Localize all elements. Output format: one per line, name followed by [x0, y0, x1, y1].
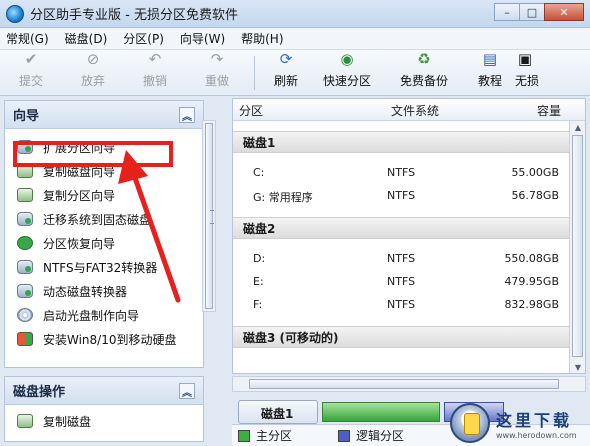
disk-group-3[interactable]: 磁盘3 (可移动的) — [233, 326, 569, 348]
redo-button[interactable]: ↷ 重做 — [186, 50, 248, 95]
scroll-up-icon[interactable]: ▲ — [572, 121, 584, 133]
col-filesystem[interactable]: 文件系统 — [391, 102, 439, 119]
close-button[interactable]: ✕ — [544, 3, 584, 21]
watermark-text: 这里下载 — [496, 410, 573, 430]
quick-partition-button[interactable]: ◉ 快速分区 — [311, 50, 383, 95]
app-logo-icon — [6, 4, 24, 23]
disk-group-2[interactable]: 磁盘2 — [233, 217, 569, 239]
refresh-button[interactable]: ⟳ 刷新 — [261, 50, 311, 95]
col-capacity[interactable]: 容量 — [537, 102, 561, 119]
window-title: 分区助手专业版 - 无损分区免费软件 — [30, 8, 238, 23]
checkmark-icon: ✔ — [24, 50, 38, 68]
wizard-panel-header: 向导 ︽ — [5, 101, 203, 129]
wizard-item-ntfs-fat32[interactable]: NTFS与FAT32转换器 — [5, 255, 203, 279]
lossless-button[interactable]: ▣ 无损 — [515, 51, 543, 95]
toolbar-separator — [254, 56, 255, 90]
wizard-panel-title: 向导 — [13, 109, 40, 124]
menu-help[interactable]: 帮助(H) — [241, 30, 283, 47]
toolbar: ✔ 提交 ⊘ 放弃 ↶ 撤销 ↷ 重做 ⟳ 刷新 ◉ 快速分区 ♻ 免费备份 ▤… — [0, 50, 590, 96]
partition-list-scrollbar[interactable]: ▲ ▼ — [569, 121, 585, 373]
left-panel-scrollbar[interactable] — [202, 120, 216, 312]
undo-icon: ↶ — [148, 50, 162, 68]
logical-partition-swatch — [338, 429, 351, 442]
copy-partition-icon — [17, 188, 33, 202]
title-bar: 分区助手专业版 - 无损分区免费软件 – □ ✕ — [0, 0, 590, 28]
partition-recovery-icon — [17, 236, 33, 250]
wizard-item-migrate-os[interactable]: 迁移系统到固态磁盘 — [5, 207, 203, 231]
disk-group-1[interactable]: 磁盘1 — [233, 131, 569, 153]
scroll-down-icon[interactable]: ▼ — [572, 361, 584, 373]
left-scroll-thumb[interactable] — [205, 123, 214, 309]
minimize-button[interactable]: – — [494, 3, 520, 21]
partition-list: 分区 文件系统 容量 磁盘1 C: NTFS 55.00GB G: 常用程序 N… — [232, 98, 586, 374]
disk-map-disk1[interactable]: 磁盘1 — [238, 400, 318, 424]
grip-icon — [210, 210, 214, 224]
left-panel: 向导 ︽ 扩展分区向导 复制磁盘向导 复制分区向导 迁移系统到固态磁盘 分区恢复… — [4, 100, 204, 442]
primary-partition-swatch — [238, 429, 250, 442]
col-partition[interactable]: 分区 — [239, 102, 263, 119]
wizard-item-bootable-cd[interactable]: 启动光盘制作向导 — [5, 303, 203, 327]
watermark-logo-icon — [450, 403, 490, 443]
table-row[interactable]: E: NTFS 479.95GB — [233, 270, 569, 293]
legend-primary: 主分区 — [256, 429, 293, 443]
windows-logo-icon — [17, 332, 33, 346]
legend-logical: 逻辑分区 — [356, 429, 405, 443]
menu-partition[interactable]: 分区(P) — [123, 30, 164, 47]
undo-button[interactable]: ↶ 撤销 — [124, 50, 186, 95]
collapse-wizard-button[interactable]: ︽ — [179, 107, 195, 123]
horizontal-scroll-thumb[interactable] — [249, 379, 559, 389]
migrate-os-icon — [17, 212, 33, 226]
quick-partition-icon: ◉ — [340, 50, 354, 68]
window-controls: – □ ✕ — [494, 3, 584, 21]
menu-bar: 常规(G) 磁盘(D) 分区(P) 向导(W) 帮助(H) — [0, 28, 590, 50]
disk-map-primary-bar[interactable] — [322, 402, 440, 422]
disk-ops-panel-title: 磁盘操作 — [13, 385, 66, 400]
free-backup-button[interactable]: ♻ 免费备份 — [383, 50, 465, 95]
discard-button[interactable]: ⊘ 放弃 — [62, 50, 124, 95]
copy-disk-icon — [17, 414, 33, 428]
lossless-icon: ▣ — [517, 51, 533, 68]
refresh-icon: ⟳ — [279, 50, 293, 68]
right-scroll-thumb[interactable] — [572, 135, 583, 357]
wizard-panel: 向导 ︽ 扩展分区向导 复制磁盘向导 复制分区向导 迁移系统到固态磁盘 分区恢复… — [4, 100, 204, 368]
menu-general[interactable]: 常规(G) — [6, 30, 49, 47]
column-header: 分区 文件系统 容量 — [233, 99, 585, 121]
disk-ops-panel-header: 磁盘操作 ︽ — [5, 377, 203, 405]
dynamic-disk-icon — [17, 284, 33, 298]
watermark: 这里下载 www.herodown.com — [450, 400, 590, 446]
table-row[interactable]: C: NTFS 55.00GB — [233, 161, 569, 184]
horizontal-scrollbar[interactable] — [232, 376, 586, 392]
collapse-disk-ops-button[interactable]: ︽ — [179, 383, 195, 399]
backup-icon: ♻ — [417, 50, 431, 68]
table-row[interactable]: F: NTFS 832.98GB — [233, 293, 569, 316]
submit-button[interactable]: ✔ 提交 — [0, 50, 62, 95]
menu-disk[interactable]: 磁盘(D) — [65, 30, 108, 47]
wizard-item-windows-to-go[interactable]: 安装Win8/10到移动硬盘 — [5, 327, 203, 351]
ntfs-fat32-icon — [17, 260, 33, 274]
menu-wizard[interactable]: 向导(W) — [180, 30, 225, 47]
table-row[interactable]: G: 常用程序 NTFS 56.78GB — [233, 184, 569, 207]
bootable-cd-icon — [17, 308, 33, 322]
book-icon: ▤ — [482, 50, 498, 68]
disk-ops-panel: 磁盘操作 ︽ 复制磁盘 — [4, 376, 204, 442]
highlight-box — [13, 141, 173, 167]
wizard-item-dynamic-disk[interactable]: 动态磁盘转换器 — [5, 279, 203, 303]
tutorial-button[interactable]: ▤ 教程 — [465, 50, 515, 95]
disk-op-copy-disk[interactable]: 复制磁盘 — [5, 409, 203, 433]
wizard-item-copy-partition[interactable]: 复制分区向导 — [5, 183, 203, 207]
table-row[interactable]: D: NTFS 550.08GB — [233, 247, 569, 270]
maximize-button[interactable]: □ — [519, 3, 545, 21]
redo-icon: ↷ — [210, 50, 224, 68]
wizard-item-partition-recovery[interactable]: 分区恢复向导 — [5, 231, 203, 255]
discard-icon: ⊘ — [86, 50, 100, 68]
watermark-url: www.herodown.com — [496, 430, 577, 440]
